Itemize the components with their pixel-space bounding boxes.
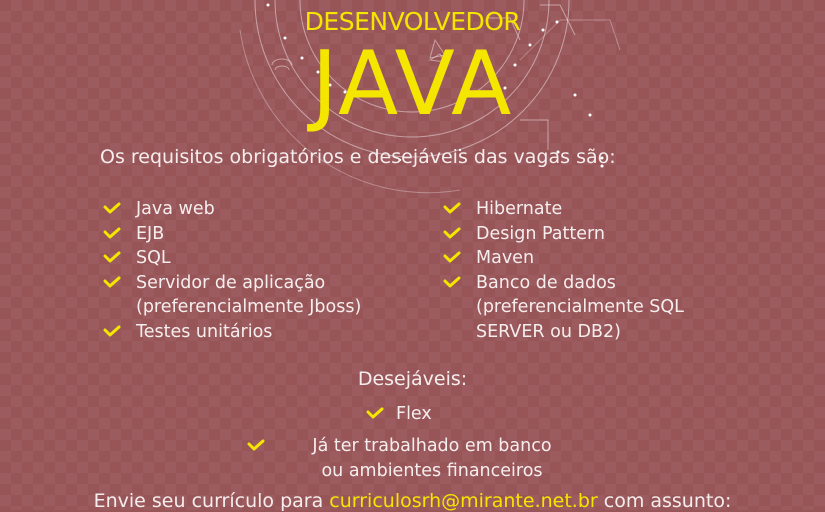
- footer-apply-text: Envie seu currículo para curriculosrh@mi…: [0, 490, 825, 512]
- requirement-item: Maven: [443, 246, 684, 271]
- requirement-item: Design Pattern: [443, 222, 684, 247]
- requirement-item: Banco de dados (preferencialmente SQL SE…: [443, 271, 684, 345]
- requirement-label-detail: (preferencialmente Jboss): [136, 297, 362, 317]
- requirements-list-left: Java web EJB SQL Servidor de aplicação (…: [103, 197, 361, 344]
- desirable-label-detail: ou ambientes financeiros: [321, 460, 543, 481]
- check-icon: [103, 202, 121, 214]
- requirement-label: Java web: [136, 199, 215, 219]
- requirement-item: Hibernate: [443, 197, 684, 222]
- check-icon: [366, 407, 384, 419]
- requirement-label: Hibernate: [476, 199, 563, 219]
- check-icon: [443, 251, 461, 263]
- check-icon: [443, 276, 461, 287]
- requirement-item: EJB: [103, 222, 361, 247]
- check-icon: [103, 325, 121, 336]
- requirements-intro: Os requisitos obrigatórios e desejáveis …: [100, 146, 616, 168]
- requirement-item: Testes unitários: [103, 320, 361, 345]
- check-icon: [443, 202, 461, 214]
- requirement-label: Servidor de aplicação: [136, 272, 326, 293]
- requirement-label-detail: (preferencialmente SQL: [476, 297, 684, 317]
- requirement-label: Design Pattern: [476, 223, 605, 244]
- requirement-item: Java web: [103, 197, 361, 222]
- desirable-item: Já ter trabalhado em banco ou ambientes …: [247, 434, 577, 483]
- requirement-label: Testes unitários: [136, 321, 273, 342]
- requirement-item: Servidor de aplicação (preferencialmente…: [103, 271, 361, 320]
- check-icon: [103, 251, 121, 263]
- contact-email-link[interactable]: curriculosrh@mirante.net.br: [329, 490, 597, 512]
- requirement-item: SQL: [103, 246, 361, 271]
- check-icon: [103, 276, 121, 287]
- desirable-label: Flex: [396, 404, 432, 424]
- requirement-label-detail: SERVER ou DB2): [476, 321, 621, 342]
- requirement-label: SQL: [136, 248, 171, 268]
- footer-suffix: com assunto:: [603, 490, 732, 512]
- requirements-list-right: Hibernate Design Pattern Maven Banco de …: [443, 197, 684, 344]
- requirement-label: Maven: [476, 248, 535, 268]
- check-icon: [103, 227, 121, 238]
- desirable-label: Já ter trabalhado em banco: [312, 436, 552, 456]
- desirable-heading: Desejáveis:: [357, 368, 468, 390]
- requirement-label: EJB: [136, 223, 165, 244]
- footer-prefix: Envie seu currículo para: [93, 490, 324, 512]
- check-icon: [247, 439, 265, 451]
- desirable-item: Flex: [366, 402, 432, 427]
- check-icon: [443, 227, 461, 238]
- job-title: JAVA: [311, 32, 514, 135]
- requirement-label: Banco de dados: [476, 272, 616, 293]
